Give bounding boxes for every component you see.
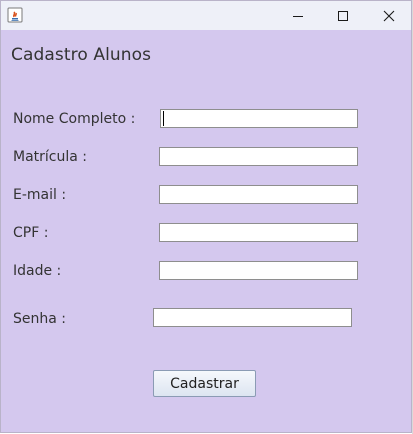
email-label: E-mail : bbox=[13, 187, 67, 203]
cadastrar-button[interactable]: Cadastrar bbox=[153, 370, 256, 397]
idade-field[interactable] bbox=[159, 261, 358, 280]
cpf-label: CPF : bbox=[13, 225, 49, 241]
cpf-field[interactable] bbox=[159, 223, 358, 242]
text-caret bbox=[163, 111, 164, 126]
senha-label: Senha : bbox=[13, 311, 66, 327]
matricula-field[interactable] bbox=[159, 147, 358, 166]
nome-completo-label: Nome Completo : bbox=[13, 111, 136, 127]
window-titlebar[interactable] bbox=[1, 1, 411, 30]
close-button[interactable] bbox=[366, 1, 412, 30]
minimize-icon bbox=[293, 15, 303, 17]
nome-completo-field[interactable] bbox=[160, 109, 358, 128]
form-title: Cadastro Alunos bbox=[11, 45, 152, 65]
maximize-button[interactable] bbox=[320, 1, 366, 30]
senha-field[interactable] bbox=[153, 308, 352, 327]
java-icon bbox=[7, 7, 23, 23]
close-icon bbox=[383, 10, 395, 21]
minimize-button[interactable] bbox=[275, 1, 321, 30]
matricula-label: Matrícula : bbox=[13, 149, 87, 165]
maximize-icon bbox=[338, 10, 348, 21]
idade-label: Idade : bbox=[13, 263, 62, 279]
email-field[interactable] bbox=[159, 185, 358, 204]
cadastro-alunos-window: Cadastro Alunos Nome Completo : Matrícul… bbox=[0, 0, 412, 433]
